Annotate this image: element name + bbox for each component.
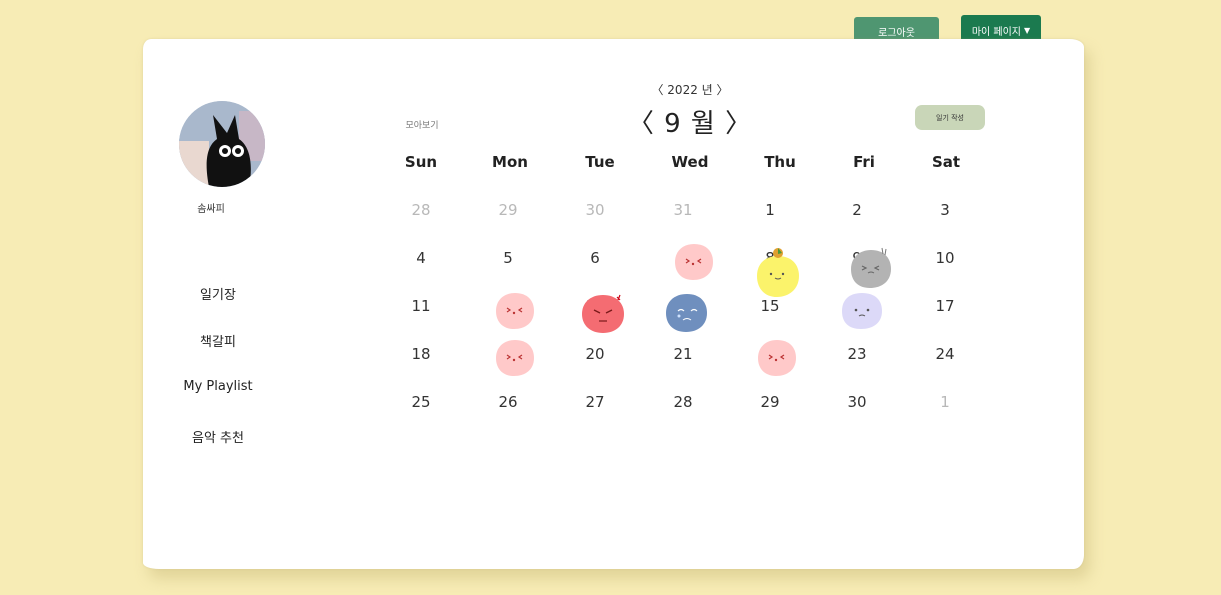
year-selector[interactable]: 〈 2022 년 〉 xyxy=(640,81,740,98)
date-cell[interactable]: 20 xyxy=(575,345,615,363)
dayname-wed: Wed xyxy=(671,153,709,171)
date-cell[interactable]: 17 xyxy=(925,297,965,315)
date-cell[interactable]: 26 xyxy=(488,393,528,411)
sidebar-item-bookmark[interactable]: 책갈피 xyxy=(168,331,268,350)
date-cell[interactable]: 29 xyxy=(488,201,528,219)
caret-down-icon: ▼ xyxy=(1024,26,1031,35)
annoyed-gray-emotion-icon[interactable] xyxy=(848,246,894,290)
dayname-fri: Fri xyxy=(853,153,875,171)
black-cat-avatar-icon xyxy=(179,101,265,187)
date-cell[interactable]: 24 xyxy=(925,345,965,363)
angry-red-emotion-icon[interactable] xyxy=(579,291,627,335)
calm-lavender-emotion-icon[interactable] xyxy=(839,291,885,331)
date-cell[interactable]: 1 xyxy=(925,393,965,411)
date-cell[interactable]: 25 xyxy=(401,393,441,411)
date-cell[interactable]: 23 xyxy=(837,345,877,363)
gather-view-link[interactable]: 모아보기 xyxy=(392,118,452,131)
dayname-sat: Sat xyxy=(931,153,961,171)
dayname-tue: Tue xyxy=(585,153,615,171)
date-cell[interactable]: 28 xyxy=(401,201,441,219)
my-page-label: 마이 페이지 xyxy=(971,27,1022,38)
date-cell[interactable]: 2 xyxy=(837,201,877,219)
date-cell[interactable]: 31 xyxy=(663,201,703,219)
write-diary-button[interactable]: 일기 작성 xyxy=(915,105,985,130)
date-cell[interactable]: 4 xyxy=(401,249,441,267)
sad-blue-emotion-icon[interactable] xyxy=(664,291,710,335)
avatar[interactable] xyxy=(179,101,265,187)
sidebar-item-music-recommend[interactable]: 음악 추천 xyxy=(168,427,268,446)
happy-pink-emotion-icon[interactable] xyxy=(494,291,536,331)
date-cell[interactable]: 6 xyxy=(575,249,615,267)
happy-pink-emotion-icon[interactable] xyxy=(756,338,798,378)
date-cell[interactable]: 1 xyxy=(750,201,790,219)
date-cell[interactable]: 10 xyxy=(925,249,965,267)
happy-yellow-emotion-icon[interactable] xyxy=(754,246,802,300)
date-cell[interactable]: 30 xyxy=(837,393,877,411)
date-cell[interactable]: 30 xyxy=(575,201,615,219)
date-cell[interactable]: 29 xyxy=(750,393,790,411)
dayname-thu: Thu xyxy=(764,153,796,171)
dayname-mon: Mon xyxy=(492,153,528,171)
sidebar-item-diary[interactable]: 일기장 xyxy=(168,284,268,303)
sidebar-item-playlist[interactable]: My Playlist xyxy=(168,379,268,394)
date-cell[interactable]: 27 xyxy=(575,393,615,411)
dayname-sun: Sun xyxy=(404,153,438,171)
username: 솜싸피 xyxy=(197,204,225,215)
date-cell[interactable]: 5 xyxy=(488,249,528,267)
date-cell[interactable]: 11 xyxy=(401,297,441,315)
date-cell[interactable]: 18 xyxy=(401,345,441,363)
month-selector[interactable]: 〈 9 월 〉 xyxy=(620,103,760,140)
date-cell[interactable]: 28 xyxy=(663,393,703,411)
date-cell[interactable]: 3 xyxy=(925,201,965,219)
date-cell[interactable]: 21 xyxy=(663,345,703,363)
happy-pink-emotion-icon[interactable] xyxy=(494,338,536,378)
happy-pink-emotion-icon[interactable] xyxy=(673,242,715,282)
